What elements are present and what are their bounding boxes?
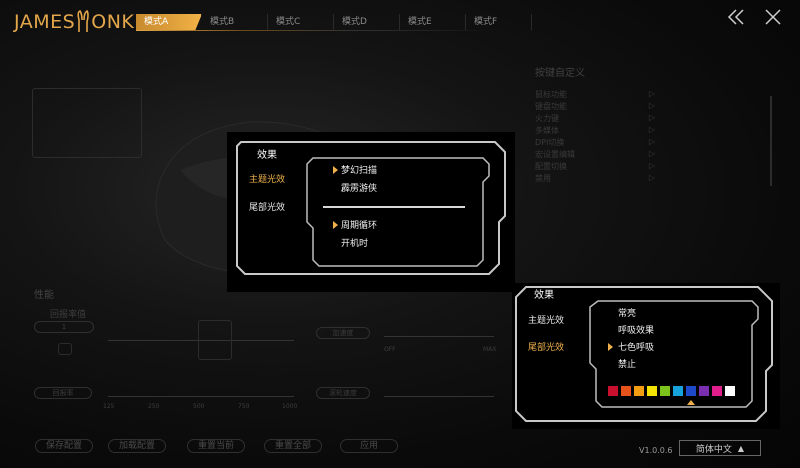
- load-config-button[interactable]: 加载配置: [108, 439, 166, 453]
- color-swatch[interactable]: [621, 386, 631, 396]
- side-item[interactable]: 火力键 ▷: [535, 113, 655, 125]
- options-divider: [323, 206, 465, 208]
- effect-option[interactable]: 开机时: [341, 236, 368, 249]
- accel-max-label: MAX: [483, 346, 497, 353]
- version-label: V1.0.0.6: [639, 446, 673, 455]
- dpi-stepper[interactable]: [58, 343, 72, 355]
- apply-button[interactable]: 应用: [340, 439, 398, 453]
- logo-text-left: JAMES: [14, 11, 76, 33]
- tick-label: 250: [148, 403, 160, 410]
- color-swatch[interactable]: [725, 386, 735, 396]
- dpi-value[interactable]: 1: [34, 321, 94, 333]
- color-swatch[interactable]: [686, 386, 696, 396]
- side-item[interactable]: 多媒体 ▷: [535, 125, 655, 137]
- scroll-speed-label: 滚轮速度: [316, 387, 370, 399]
- side-panel-title: 按键自定义: [535, 68, 585, 79]
- dpi-label: 回报率值: [50, 310, 87, 320]
- tail-option[interactable]: 七色呼吸: [618, 340, 654, 353]
- close-icon[interactable]: [764, 8, 782, 26]
- color-swatch[interactable]: [608, 386, 618, 396]
- side-item[interactable]: DPI切换 ▷: [535, 137, 655, 149]
- side-scrollbar[interactable]: [770, 96, 772, 186]
- reset-all-button[interactable]: 重置全部: [264, 439, 322, 453]
- tab-mode-e[interactable]: 模式E: [400, 14, 466, 30]
- main-light-category[interactable]: 主题光效: [528, 313, 564, 326]
- side-item[interactable]: 配置切换 ▷: [535, 161, 655, 173]
- selected-marker-icon: [333, 221, 338, 229]
- mode-tabs: 模式A 模式B 模式C 模式D 模式E 模式F: [136, 14, 532, 30]
- dpi-slider-thumb[interactable]: [198, 320, 232, 360]
- color-swatch[interactable]: [647, 386, 657, 396]
- tab-mode-a[interactable]: 模式A: [136, 14, 202, 30]
- main-light-category[interactable]: 主题光效: [249, 172, 285, 185]
- side-item[interactable]: 宏设置编辑 ▷: [535, 149, 655, 161]
- selected-marker-icon: [608, 343, 613, 351]
- report-rate-label: 回报率: [34, 387, 92, 399]
- tab-underline: [136, 30, 496, 31]
- tail-light-category[interactable]: 尾部光效: [528, 340, 564, 353]
- acceleration-slider[interactable]: [384, 336, 494, 337]
- color-swatch[interactable]: [634, 386, 644, 396]
- main-effect-popup: 效果 主题光效 尾部光效 梦幻扫描 霹雳游侠 周期循环 开机时: [227, 132, 515, 292]
- color-swatch[interactable]: [699, 386, 709, 396]
- triangle-up-icon: ▲: [737, 443, 745, 453]
- tick-label: 1000: [282, 403, 298, 410]
- effect-option[interactable]: 周期循环: [341, 218, 377, 231]
- color-swatch[interactable]: [660, 386, 670, 396]
- color-swatch[interactable]: [712, 386, 722, 396]
- tick-label: 125: [103, 403, 115, 410]
- tail-light-category[interactable]: 尾部光效: [249, 200, 285, 213]
- language-select[interactable]: 简体中文 ▲: [679, 440, 761, 456]
- selected-color-caret-icon: [687, 400, 695, 405]
- double-chevron-left-icon[interactable]: [727, 8, 745, 26]
- app-window: JAMES ONKEY 模式A 模式B 模式C 模式D 模式E 模式F 按键自定…: [0, 0, 800, 468]
- tab-mode-b[interactable]: 模式B: [202, 14, 268, 30]
- scroll-speed-slider[interactable]: [384, 396, 494, 397]
- side-item[interactable]: 禁用 ▷: [535, 173, 655, 185]
- color-swatch[interactable]: [673, 386, 683, 396]
- side-item[interactable]: 键盘功能 ▷: [535, 101, 655, 113]
- reset-current-button[interactable]: 重置当前: [187, 439, 245, 453]
- effect-option[interactable]: 霹雳游侠: [341, 181, 377, 194]
- bunny-ears-icon: [77, 10, 90, 32]
- popup-title: 效果: [257, 150, 277, 161]
- tab-mode-f[interactable]: 模式F: [466, 14, 532, 30]
- tick-label: 500: [193, 403, 205, 410]
- tab-mode-c[interactable]: 模式C: [268, 14, 334, 30]
- selected-marker-icon: [333, 166, 338, 174]
- tail-option[interactable]: 常亮: [618, 306, 636, 319]
- language-value: 简体中文: [695, 444, 732, 455]
- side-item[interactable]: 鼠标功能 ▷: [535, 89, 655, 101]
- popup-title: 效果: [534, 290, 554, 301]
- tail-option[interactable]: 禁止: [618, 357, 636, 370]
- effect-option[interactable]: 梦幻扫描: [341, 163, 377, 176]
- tab-mode-d[interactable]: 模式D: [334, 14, 400, 30]
- save-config-button[interactable]: 保存配置: [35, 439, 93, 453]
- key-customize-panel: 按键自定义 鼠标功能 ▷ 键盘功能 ▷ 火力键 ▷ 多媒体 ▷ DPI切换 ▷ 宏设置编辑…: [535, 64, 655, 185]
- accel-off-label: OFF: [384, 346, 396, 353]
- report-rate-slider[interactable]: [108, 396, 294, 397]
- left-dim-panel: [32, 88, 142, 158]
- tail-option[interactable]: 呼吸效果: [618, 323, 654, 336]
- tail-effect-popup: 效果 主题光效 尾部光效 常亮 呼吸效果 七色呼吸 禁止: [512, 283, 780, 429]
- tick-label: 750: [238, 403, 250, 410]
- acceleration-label: 加速度: [316, 327, 370, 339]
- performance-title: 性能: [34, 290, 54, 301]
- popup-frame: [515, 286, 773, 422]
